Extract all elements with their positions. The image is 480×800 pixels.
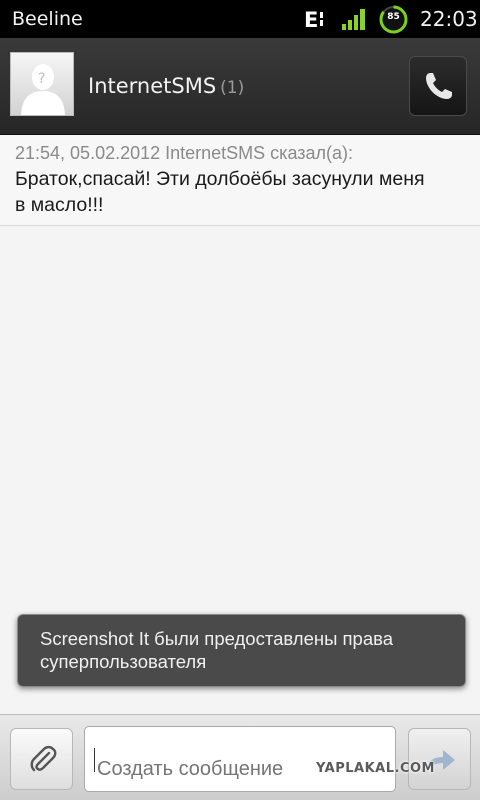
message-meta: 21:54, 05.02.2012 InternetSMS сказал(а):	[15, 143, 354, 163]
text-cursor	[94, 748, 95, 772]
toast-notification: Screenshot It были предоставлены права с…	[17, 614, 466, 687]
clock: 22:03	[420, 7, 478, 31]
avatar[interactable]: ?	[10, 52, 74, 116]
status-bar: Beeline E 85 22:03	[0, 0, 480, 38]
message-body: Браток,спасай! Эти долбоёбы засунули мен…	[15, 168, 425, 216]
contact-placeholder-icon: ?	[21, 64, 65, 115]
call-button[interactable]	[409, 56, 467, 116]
paperclip-icon	[30, 745, 57, 772]
edge-network-icon: E	[304, 8, 323, 31]
battery-level: 85	[387, 12, 400, 22]
send-button[interactable]	[408, 728, 471, 790]
carrier-name: Beeline	[12, 8, 83, 30]
message-item[interactable]: 21:54, 05.02.2012 InternetSMS сказал(а):…	[0, 136, 480, 226]
compose-message-input[interactable]	[84, 726, 396, 792]
signal-strength-icon	[342, 9, 365, 30]
watermark: YAPLAKAL.COM	[316, 761, 435, 776]
contact-name-text: InternetSMS	[88, 74, 217, 98]
contact-name: InternetSMS (1)	[88, 74, 244, 98]
phone-icon	[426, 73, 452, 99]
conversation-header: ? InternetSMS (1)	[0, 38, 480, 135]
svg-text:E: E	[304, 8, 318, 31]
message-count: (1)	[220, 78, 245, 98]
compose-bar	[0, 714, 480, 800]
svg-text:?: ?	[38, 71, 45, 87]
attach-button[interactable]	[10, 728, 73, 790]
